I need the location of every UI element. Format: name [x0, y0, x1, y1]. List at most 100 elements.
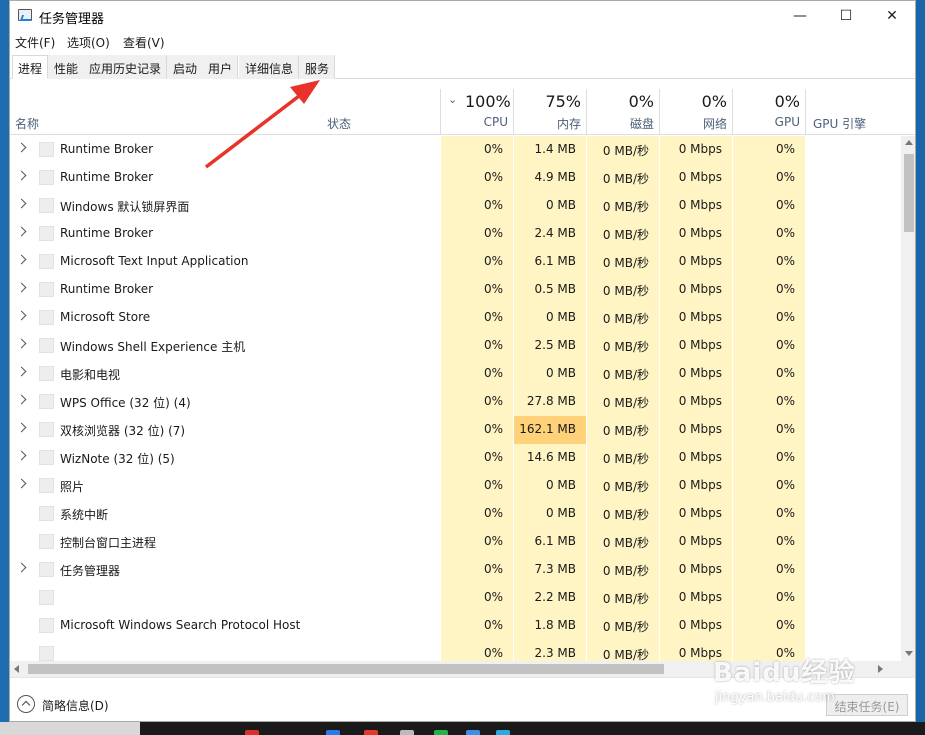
taskbar-app-icon[interactable] [326, 730, 340, 735]
disk-value: 0 MB/秒 [602, 172, 649, 186]
column-memory[interactable]: 内存 [522, 115, 581, 132]
fewer-details-link[interactable]: 简略信息(D) [42, 697, 109, 714]
memory-value: 1.4 MB [534, 142, 576, 156]
tab-services[interactable]: 服务 [299, 55, 336, 79]
process-row[interactable]: 系统中断 0% 0 MB 0 MB/秒 0 Mbps 0% [10, 500, 901, 528]
taskbar-app-icon[interactable] [434, 730, 448, 735]
process-row[interactable]: Runtime Broker 0% 4.9 MB 0 MB/秒 0 Mbps 0% [10, 164, 901, 192]
gpu-total[interactable]: 0% [750, 92, 800, 111]
process-name: Windows Shell Experience 主机 [60, 340, 246, 354]
tab-startup[interactable]: 启动 [167, 55, 204, 79]
expand-chevron-icon[interactable] [16, 310, 27, 321]
process-icon [39, 506, 54, 521]
collapse-up-icon[interactable] [17, 695, 35, 713]
network-value: 0 Mbps [678, 282, 722, 296]
vertical-scrollbar[interactable] [901, 136, 915, 661]
title-bar[interactable]: 任务管理器 — ☐ ✕ [10, 1, 915, 31]
scroll-up-arrow-icon[interactable] [905, 140, 913, 145]
taskbar-app-icon[interactable] [245, 730, 259, 735]
tab-app-history[interactable]: 应用历史记录 [83, 55, 168, 79]
minimize-button[interactable]: — [777, 1, 823, 31]
cpu-value: 0% [483, 478, 503, 492]
process-name: 双核浏览器 (32 位) (7) [60, 424, 186, 438]
tab-performance[interactable]: 性能 [48, 55, 85, 79]
process-row[interactable]: Microsoft Store 0% 0 MB 0 MB/秒 0 Mbps 0% [10, 304, 901, 332]
process-name: Runtime Broker [60, 142, 154, 156]
cpu-value: 0% [483, 198, 503, 212]
tab-details[interactable]: 详细信息 [239, 55, 300, 79]
process-row[interactable]: 任务管理器 0% 7.3 MB 0 MB/秒 0 Mbps 0% [10, 556, 901, 584]
network-total[interactable]: 0% [670, 92, 727, 111]
process-row[interactable]: Runtime Broker 0% 1.4 MB 0 MB/秒 0 Mbps 0% [10, 136, 901, 164]
menu-file[interactable]: 文件(F) [15, 34, 55, 51]
maximize-button[interactable]: ☐ [823, 1, 869, 31]
disk-total[interactable]: 0% [600, 92, 654, 111]
menu-view[interactable]: 查看(V) [123, 34, 165, 51]
memory-value: 2.3 MB [534, 646, 576, 660]
memory-total[interactable]: 75% [530, 92, 581, 111]
network-value: 0 Mbps [678, 198, 722, 212]
process-row[interactable]: 控制台窗口主进程 0% 6.1 MB 0 MB/秒 0 Mbps 0% [10, 528, 901, 556]
column-gpu-engine[interactable]: GPU 引擎 [813, 115, 866, 132]
gpu-value: 0% [775, 226, 795, 240]
process-name: 任务管理器 [60, 564, 121, 578]
process-row[interactable]: WizNote (32 位) (5) 0% 14.6 MB 0 MB/秒 0 Mbps 0… [10, 444, 901, 472]
taskbar-app-icon[interactable] [364, 730, 378, 735]
process-icon [39, 254, 54, 269]
close-button[interactable]: ✕ [869, 1, 915, 31]
process-row[interactable]: WPS Office (32 位) (4) 0% 27.8 MB 0 MB/秒 0 Mb… [10, 388, 901, 416]
scroll-down-arrow-icon[interactable] [905, 651, 913, 656]
column-cpu[interactable]: CPU [450, 115, 508, 129]
expand-chevron-icon[interactable] [16, 254, 27, 265]
horizontal-scroll-thumb[interactable] [28, 664, 664, 674]
expand-chevron-icon[interactable] [16, 142, 27, 153]
column-name[interactable]: 名称 [15, 115, 39, 132]
column-network[interactable]: 网络 [668, 115, 727, 132]
process-row[interactable]: Runtime Broker 0% 0.5 MB 0 MB/秒 0 Mbps 0% [10, 276, 901, 304]
expand-chevron-icon[interactable] [16, 170, 27, 181]
column-gpu[interactable]: GPU [742, 115, 800, 129]
taskbar-app-icon[interactable] [400, 730, 414, 735]
process-name: WizNote (32 位) (5) [60, 452, 175, 466]
cpu-value: 0% [483, 170, 503, 184]
process-row[interactable]: 双核浏览器 (32 位) (7) 0% 162.1 MB 0 MB/秒 0 Mbps 0% [10, 416, 901, 444]
process-name: 照片 [60, 480, 85, 494]
cpu-total[interactable]: 100% [465, 92, 511, 111]
process-row[interactable]: Microsoft Windows Search Protocol Host 0%… [10, 612, 901, 640]
process-row[interactable]: 0% 2.2 MB 0 MB/秒 0 Mbps 0% [10, 584, 901, 612]
expand-chevron-icon[interactable] [16, 394, 27, 405]
process-row[interactable]: Windows Shell Experience 主机 0% 2.5 MB 0 MB/… [10, 332, 901, 360]
process-row[interactable]: Runtime Broker 0% 2.4 MB 0 MB/秒 0 Mbps 0% [10, 220, 901, 248]
expand-chevron-icon[interactable] [16, 422, 27, 433]
process-row[interactable]: 照片 0% 0 MB 0 MB/秒 0 Mbps 0% [10, 472, 901, 500]
tab-users[interactable]: 用户 [202, 55, 239, 79]
memory-value: 4.9 MB [534, 170, 576, 184]
network-value: 0 Mbps [678, 562, 722, 576]
menu-options[interactable]: 选项(O) [67, 34, 110, 51]
expand-chevron-icon[interactable] [16, 226, 27, 237]
expand-chevron-icon[interactable] [16, 282, 27, 293]
process-name: Runtime Broker [60, 226, 154, 240]
scroll-left-arrow-icon[interactable] [14, 665, 19, 673]
expand-chevron-icon[interactable] [16, 562, 27, 573]
taskbar-search-area[interactable] [0, 722, 140, 735]
process-row[interactable]: 电影和电视 0% 0 MB 0 MB/秒 0 Mbps 0% [10, 360, 901, 388]
expand-chevron-icon[interactable] [16, 478, 27, 489]
expand-chevron-icon[interactable] [16, 338, 27, 349]
gpu-value: 0% [775, 254, 795, 268]
column-divider [513, 89, 514, 135]
expand-chevron-icon[interactable] [16, 450, 27, 461]
column-disk[interactable]: 磁盘 [595, 115, 654, 132]
expand-chevron-icon[interactable] [16, 198, 27, 209]
taskbar-app-icon[interactable] [496, 730, 510, 735]
process-row[interactable]: Windows 默认锁屏界面 0% 0 MB 0 MB/秒 0 Mbps 0% [10, 192, 901, 220]
task-manager-window: 任务管理器 — ☐ ✕ 文件(F) 选项(O) 查看(V) 进程 性能 应用历史… [9, 0, 916, 722]
desktop-left-edge [0, 0, 9, 722]
memory-value: 2.2 MB [534, 590, 576, 604]
column-status[interactable]: 状态 [327, 115, 351, 132]
process-row[interactable]: Microsoft Text Input Application 0% 6.1 MB… [10, 248, 901, 276]
expand-chevron-icon[interactable] [16, 366, 27, 377]
tab-processes[interactable]: 进程 [12, 55, 49, 79]
taskbar-app-icon[interactable] [466, 730, 480, 735]
vertical-scroll-thumb[interactable] [904, 154, 914, 232]
